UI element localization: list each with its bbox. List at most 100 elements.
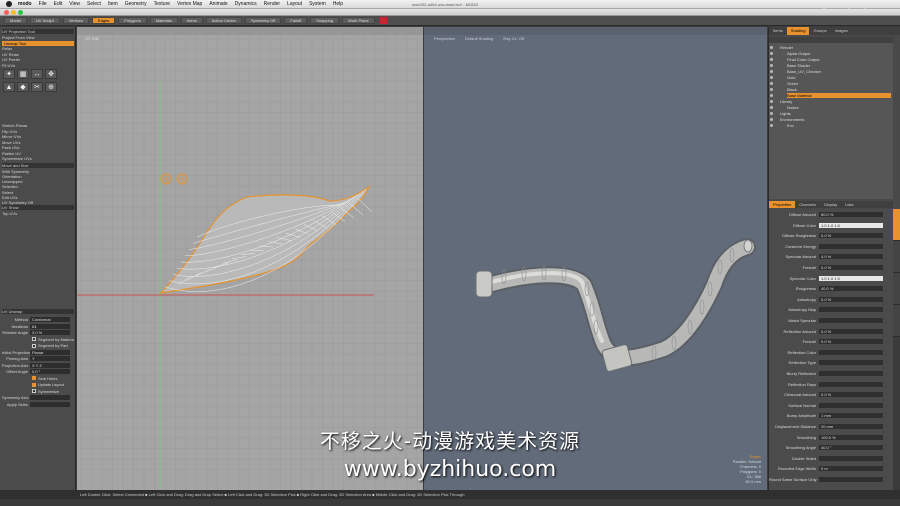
uv-show-header[interactable]: UV Show (2, 205, 74, 210)
move-size-header[interactable]: Move and Size (2, 163, 74, 168)
uv-pivot-icon-1[interactable] (160, 173, 172, 185)
menu-system[interactable]: System (309, 1, 326, 7)
prop-fresnel[interactable]: Fresnel 0.0 % (769, 265, 893, 271)
field-apply-sides-value[interactable] (30, 401, 70, 407)
field-method-value[interactable]: Conformal (30, 317, 70, 322)
shader-tree-item-env[interactable]: Env (787, 123, 891, 128)
prop-value-clearcoat-amount[interactable]: 0.0 % (819, 392, 883, 398)
menu-file[interactable]: File (39, 1, 47, 7)
toolbar-materials[interactable]: Materials (149, 17, 178, 24)
prop-reflection-type[interactable]: Reflection Type (769, 360, 893, 366)
prop-reflection-rays[interactable]: Reflection Rays (769, 381, 893, 388)
field-apply-sides[interactable]: Apply Sides (2, 401, 74, 408)
menu-help[interactable]: Help (333, 1, 343, 7)
menu-item[interactable]: Item (108, 1, 118, 7)
tool-uv-relax[interactable]: UV Relax (2, 52, 74, 57)
uv-op-flip-uvs[interactable]: Flip UVs (2, 129, 74, 134)
prop-value-reflection-amount[interactable]: 0.0 % (819, 328, 883, 334)
toolbar-record-icon[interactable] (379, 17, 387, 24)
menu-vertex-map[interactable]: Vertex Map (177, 1, 202, 7)
uv-tool-stretch-icon[interactable]: ↔ (31, 69, 43, 79)
perspective-canvas[interactable] (424, 27, 767, 490)
prop-value-diffuse-roughness[interactable]: 0.0 % (819, 233, 883, 239)
visibility-eye-icon[interactable] (770, 46, 773, 49)
prop-match-specular[interactable]: Match Specular (769, 318, 893, 324)
menu-view[interactable]: View (69, 1, 80, 7)
toolbar-uv-sculpt[interactable]: UV Sculpt (29, 17, 60, 24)
shader-tree-item-base-uv-checker[interactable]: Base_UV_Checker (787, 69, 891, 74)
prop-fresnel[interactable]: Fresnel 0.0 % (769, 339, 893, 345)
prop-value-conserve-energy[interactable] (819, 243, 883, 249)
tab-shading[interactable]: Shading (786, 27, 810, 35)
prop-value-roughness[interactable]: 40.0 % (819, 286, 883, 292)
visibility-eye-icon[interactable] (770, 88, 773, 91)
prop-anisotropy[interactable]: Anisotropy 0.0 % (769, 296, 893, 303)
shader-tree-item-render[interactable]: Render (780, 45, 891, 50)
visibility-eye-icon[interactable] (770, 58, 773, 61)
toolbar-edges[interactable]: Edges (91, 17, 116, 24)
prop-bump-amplitude[interactable]: Bump Amplitude 1 mm (769, 413, 893, 419)
side-tab-4[interactable] (893, 305, 900, 337)
side-tab-3[interactable] (893, 273, 900, 305)
shader-tree-item-black[interactable]: Black (787, 87, 891, 92)
perspective-viewport[interactable]: Perspective Default Shading Ray GL: Off Ed… (424, 27, 767, 490)
uv-grid-canvas[interactable] (77, 27, 423, 490)
field-symmetry-axis[interactable]: Symmetry Axis (2, 395, 74, 401)
menu-edit[interactable]: Edit (54, 1, 63, 7)
check-segment-by-material-checkbox[interactable] (32, 337, 36, 342)
uv-tool-pin-icon[interactable]: ▲ (3, 82, 15, 92)
field-projection-axis[interactable]: Projection Axis X Y Z (2, 362, 74, 369)
uv-pivot-icon-2[interactable] (176, 173, 188, 185)
toolbar-falloff[interactable]: Falloff (284, 17, 308, 24)
shader-tree-item-nodes[interactable]: Nodes (787, 105, 891, 110)
crank-handle-mesh[interactable] (475, 238, 756, 372)
check-segment-by-part-checkbox[interactable] (32, 343, 36, 348)
uv-op-mirror-uvs[interactable]: Mirror UVs (2, 134, 74, 139)
toolbar-items[interactable]: Items (180, 17, 203, 24)
uv-tool-cut-icon[interactable]: ✂ (31, 82, 43, 92)
prop-value-anisotropy[interactable]: 0.0 % (819, 296, 883, 302)
uv-unwrap-header[interactable]: UV Unwrap (2, 309, 74, 314)
prop-value-fresnel[interactable]: 0.0 % (819, 339, 883, 345)
prop-diffuse-amount[interactable]: Diffuse Amount 80.0 % (769, 212, 893, 218)
visibility-eye-icon[interactable] (770, 52, 773, 55)
field-symmetry-axis-value[interactable] (30, 395, 70, 400)
menu-geometry[interactable]: Geometry (125, 1, 147, 7)
apple-menu-icon[interactable] (6, 1, 12, 7)
check-update-layout[interactable]: Update Layout (2, 382, 74, 388)
prop-value-reflection-color[interactable] (819, 349, 883, 355)
field-relative-angle-value[interactable]: 3.0 % (30, 330, 70, 335)
toolbar-snapping[interactable]: Snapping (310, 17, 340, 24)
shader-tree-item-environments[interactable]: Environments (780, 117, 891, 122)
toolbar-vertices[interactable]: Vertices (62, 17, 89, 24)
prop-blurry-reflection[interactable]: Blurry Reflection (769, 371, 893, 377)
uv-editor-viewport[interactable]: UV Edit (77, 27, 423, 490)
check-segment-by-material[interactable]: Segment by Material (2, 337, 74, 343)
uv-projection-header[interactable]: UV Projection Tool (2, 29, 74, 34)
check-symmetrize[interactable]: Symmetrize (2, 389, 74, 395)
prop-value-surface-normal[interactable] (819, 402, 883, 408)
visibility-eye-icon[interactable] (770, 94, 773, 97)
field-iterations-value[interactable]: 64 (30, 323, 70, 329)
uv-show-opt-top-uvs[interactable]: Top UVs (2, 211, 74, 216)
toolbar-model[interactable]: Model (4, 17, 27, 24)
menu-render[interactable]: Render (264, 1, 280, 7)
field-pinning-axis-value[interactable]: Y (30, 356, 70, 361)
prop-conserve-energy[interactable]: Conserve Energy (769, 243, 893, 250)
field-iterations[interactable]: Iterations 64 (2, 323, 74, 330)
prop-reflection-amount[interactable]: Reflection Amount 0.0 % (769, 328, 893, 335)
toolbar-symmetry-off[interactable]: Symmetry Off (245, 17, 282, 24)
shader-tree-item-gold[interactable]: Gold (787, 75, 891, 80)
menu-layout[interactable]: Layout (287, 1, 302, 7)
toolbar-action-center[interactable]: Action Center (205, 17, 242, 24)
uv-op-pack-uvs[interactable]: Pack UVs (2, 145, 74, 150)
uv-island-shell[interactable] (159, 185, 373, 294)
field-relative-angle[interactable]: Relative Angle 3.0 % (2, 330, 74, 336)
prop-specular-color[interactable]: Specular Color 1.0 1.0 1.0 (769, 275, 893, 282)
visibility-eye-icon[interactable] (770, 100, 773, 103)
tool-fit-uvs[interactable]: Fit UVs (2, 63, 74, 68)
uv-tool-relax-icon[interactable]: ◆ (17, 82, 29, 92)
field-projection-axis-value[interactable]: X Y Z (30, 362, 70, 368)
prop-value-reflection-rays[interactable] (819, 381, 883, 387)
uv-tool-sew-icon[interactable]: ⊕ (45, 82, 57, 92)
